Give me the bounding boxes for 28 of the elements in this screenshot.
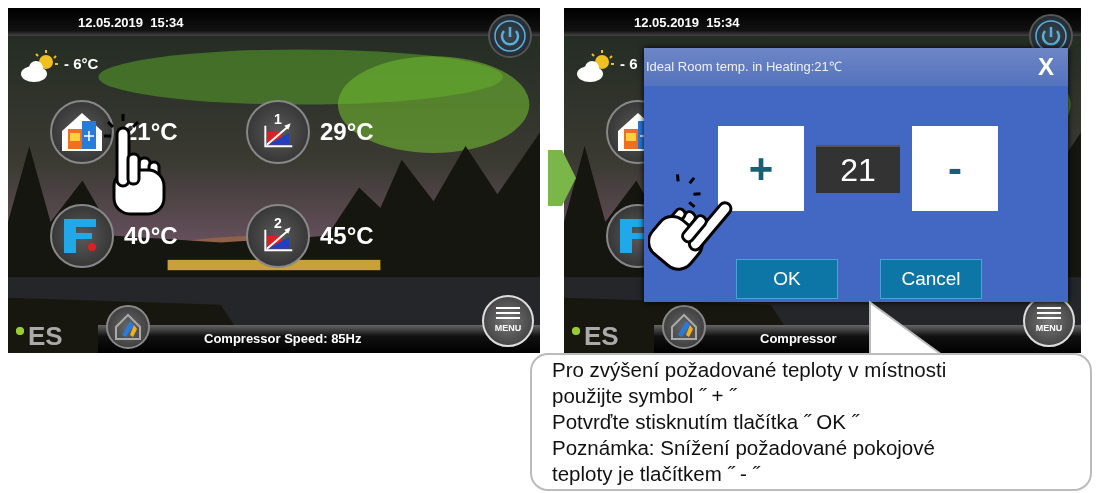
weather-temperature: - 6°C (64, 54, 99, 74)
logo-dot-icon (16, 327, 24, 335)
cancel-button[interactable]: Cancel (880, 259, 982, 299)
menu-icon (1036, 306, 1062, 321)
menu-icon (495, 306, 521, 321)
decrease-button[interactable]: - (912, 126, 998, 211)
value-display: 21 (816, 144, 900, 193)
increase-button[interactable]: + (718, 126, 804, 211)
date-time: 12.05.2019 15:34 (634, 14, 740, 32)
logo-text: ES (584, 323, 619, 349)
callout-text: Poznámka: Snížení požadované pokojové (552, 435, 936, 461)
temperature-value: 40°C (124, 221, 178, 251)
callout-text: teploty je tlačítkem ˝ - ˝ (552, 461, 762, 487)
temperature-value: 29°C (320, 117, 374, 147)
close-button[interactable]: X (1034, 55, 1058, 79)
status-text: Compressor (760, 330, 837, 349)
status-text: Compressor Speed: 85Hz (204, 330, 362, 349)
house-icon (62, 113, 102, 151)
date-time: 12.05.2019 15:34 (78, 14, 184, 32)
callout-text: Potvrďte stisknutím tlačítka ˝ OK ˝ (552, 409, 861, 435)
logo-text: ES (28, 323, 63, 349)
logo-dot-icon (572, 327, 580, 335)
dialog-title: Ideal Room temp. in Heating:21℃ (646, 58, 842, 77)
weather-temperature: - 6 (620, 54, 638, 74)
callout-text: použijte symbol ˝ + ˝ (552, 383, 738, 409)
callout-text: Pro zvýšení požadované teploty v místnosti (552, 357, 948, 383)
temperature-value: 45°C (320, 221, 374, 251)
ok-button[interactable]: OK (736, 259, 838, 299)
